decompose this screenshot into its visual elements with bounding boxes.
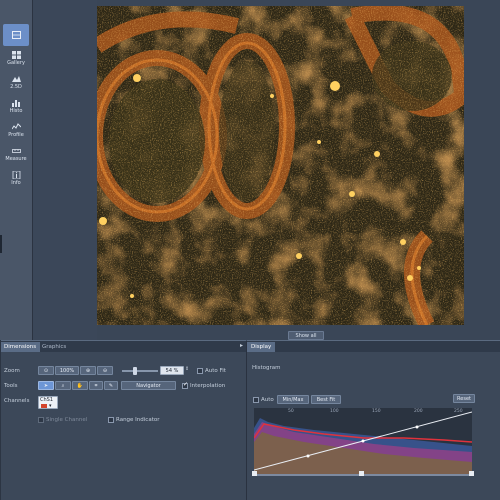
show-all-button[interactable]: Show all — [288, 331, 324, 340]
dimensions-panel: Dimensions Graphics ▸ Zoom ⊙ 100% ⊕ ⊖ 54… — [0, 340, 246, 500]
rail-label-profile: Profile — [8, 131, 24, 138]
view-2d-button[interactable] — [3, 24, 29, 46]
2-5d-icon — [11, 75, 21, 82]
divider — [0, 340, 1, 500]
channel-color-swatch — [41, 404, 47, 408]
tool-pen-button[interactable]: ✎ — [104, 381, 118, 390]
channels-label: Channels — [4, 398, 30, 404]
auto-checkbox[interactable] — [253, 397, 259, 403]
interpolation-checkbox[interactable] — [182, 381, 188, 389]
profile-button[interactable]: Profile — [3, 119, 29, 141]
zoom-value-field[interactable]: 54 % — [160, 366, 184, 375]
tool-zoom-button[interactable]: ⌕ — [55, 381, 71, 390]
zoom-out-button[interactable]: ⊖ — [97, 366, 113, 375]
channel-dropdown-icon[interactable]: ▾ — [49, 403, 52, 409]
single-channel-checkbox[interactable] — [38, 417, 44, 423]
zoom-in-button[interactable]: ⊕ — [80, 366, 96, 375]
2-5d-button[interactable]: 2.5D — [3, 71, 29, 93]
gallery-button[interactable]: Gallery — [3, 47, 29, 69]
profile-icon — [11, 122, 21, 129]
histo-icon — [11, 99, 20, 107]
measure-icon — [11, 148, 21, 153]
range-indicator-label: Range Indicator — [116, 417, 160, 423]
white-point-handle[interactable] — [469, 471, 474, 476]
rail-label-gallery: Gallery — [7, 59, 25, 66]
zoom-in-icon: ⊕ — [85, 368, 91, 374]
tool-select-button[interactable]: ➤ — [38, 381, 54, 390]
view-2d-icon — [11, 30, 21, 39]
hist-tick-4: 200 — [414, 409, 423, 414]
histogram-title: Histogram — [252, 365, 281, 371]
range-indicator-checkbox[interactable] — [108, 417, 114, 423]
hist-tick-2: 100 — [330, 409, 339, 414]
zoom-label: Zoom — [4, 368, 20, 374]
auto-fit-checkbox[interactable] — [197, 368, 203, 374]
dimensions-tabbar: Dimensions Graphics ▸ — [0, 341, 246, 352]
hist-tick-5: 250 — [454, 409, 463, 414]
zoom-spinner-icon[interactable]: ⇕ — [185, 366, 189, 372]
micrograph-picture — [97, 6, 464, 325]
hist-tick-1: 50 — [288, 409, 294, 414]
micrograph-image[interactable] — [97, 6, 464, 325]
viewer-margin — [33, 0, 97, 340]
rail-label-measure: Measure — [5, 155, 27, 162]
pen-icon: ✎ — [108, 383, 114, 389]
info-button[interactable]: Info — [3, 167, 29, 189]
tab-dimensions[interactable]: Dimensions — [0, 342, 41, 352]
display-tabbar: Display — [247, 341, 500, 352]
rail-label-info: Info — [11, 179, 21, 186]
channel-button-chs1[interactable]: ChS1 ▾ — [38, 396, 58, 409]
histo-button[interactable]: Histo — [3, 95, 29, 117]
zoom-slider[interactable] — [122, 370, 158, 372]
hand-icon: ✋ — [76, 383, 84, 389]
tab-graphics[interactable]: Graphics — [38, 342, 70, 352]
panel-collapse-icon[interactable]: ▸ — [240, 342, 243, 349]
tool-pan-button[interactable]: ✋ — [72, 381, 88, 390]
zoom-fit-icon: ⊙ — [43, 368, 49, 374]
rail-edge-handle[interactable] — [0, 235, 2, 253]
measure-button[interactable]: Measure — [3, 143, 29, 165]
reset-button[interactable]: Reset — [453, 394, 475, 403]
navigator-button[interactable]: Navigator — [121, 381, 176, 390]
rail-label-histo: Histo — [9, 107, 23, 114]
histogram-graph — [254, 411, 472, 474]
hist-tick-3: 150 — [372, 409, 381, 414]
histogram-plot[interactable]: 50 100 150 200 250 — [254, 408, 472, 474]
auto-fit-label: Auto Fit — [205, 368, 226, 374]
rail-label-2-5d: 2.5D — [10, 83, 22, 90]
crop-icon: ⌗ — [94, 383, 98, 389]
min-max-button[interactable]: Min/Max — [277, 395, 309, 404]
zoom-out-icon: ⊖ — [102, 368, 108, 374]
single-channel-label: Single Channel — [46, 417, 88, 423]
gamma-handle[interactable] — [359, 471, 364, 476]
tool-crop-button[interactable]: ⌗ — [89, 381, 103, 390]
interpolation-label: Interpolation — [190, 383, 226, 389]
auto-label: Auto — [261, 397, 274, 403]
pointer-icon: ➤ — [43, 383, 49, 389]
gallery-icon — [11, 50, 21, 59]
tab-display[interactable]: Display — [247, 342, 276, 352]
info-icon — [12, 170, 20, 179]
zoom-100-button[interactable]: 100% — [55, 366, 79, 375]
zoom-fit-button[interactable]: ⊙ — [38, 366, 54, 375]
best-fit-button[interactable]: Best Fit — [311, 395, 341, 404]
black-point-handle[interactable] — [252, 471, 257, 476]
view-rail: Gallery 2.5D Histo Profile Measure Info — [0, 0, 33, 340]
zoom-slider-handle[interactable] — [133, 367, 137, 375]
magnifier-icon: ⌕ — [61, 383, 65, 389]
tools-label: Tools — [4, 383, 18, 389]
